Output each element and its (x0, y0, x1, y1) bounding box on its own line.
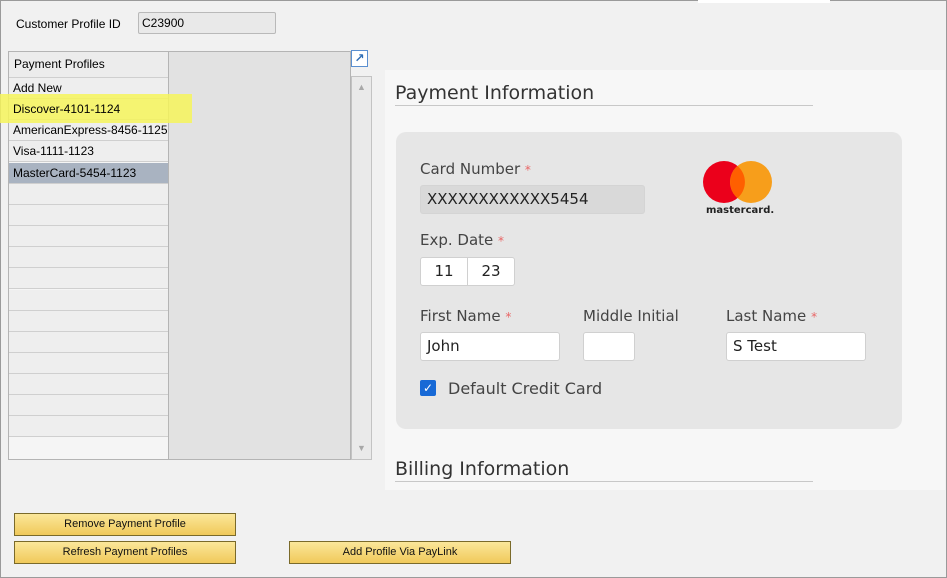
profiles-scrollbar[interactable]: ▲ ▼ (351, 76, 372, 460)
first-name-label-text: First Name (420, 307, 501, 325)
scroll-down-icon[interactable]: ▼ (354, 441, 369, 456)
table-row[interactable] (9, 183, 168, 205)
billing-heading-divider (395, 481, 813, 482)
payment-heading-divider (395, 105, 813, 106)
last-name-field[interactable]: S Test (726, 332, 866, 361)
table-row[interactable] (9, 331, 168, 353)
list-item[interactable]: MasterCard-5454-1123 (13, 163, 136, 183)
list-item[interactable]: AmericanExpress-8456-1125 (13, 120, 168, 140)
exp-date-label: Exp. Date * (420, 231, 504, 249)
expand-arrow-icon[interactable]: ↗ (351, 50, 368, 67)
add-profile-via-paylink-button[interactable]: Add Profile Via PayLink (289, 541, 511, 564)
required-mark: * (811, 310, 818, 324)
last-name-label: Last Name * (726, 307, 817, 325)
first-name-field[interactable]: John (420, 332, 560, 361)
table-row[interactable] (9, 247, 168, 269)
middle-initial-field[interactable] (583, 332, 635, 361)
required-mark: * (498, 234, 505, 248)
card-number-label: Card Number * (420, 160, 531, 178)
exp-date-label-text: Exp. Date (420, 231, 494, 249)
table-row[interactable] (9, 416, 168, 438)
default-credit-card-checkbox[interactable]: ✓ (420, 380, 436, 396)
top-strip (698, 0, 830, 3)
list-item[interactable]: Visa-1111-1123 (13, 141, 94, 161)
first-name-label: First Name * (420, 307, 511, 325)
table-row[interactable] (9, 395, 168, 417)
remove-payment-profile-button[interactable]: Remove Payment Profile (14, 513, 236, 536)
table-row[interactable] (9, 374, 168, 396)
payment-profiles-header[interactable]: Payment Profiles (9, 52, 168, 78)
billing-information-heading: Billing Information (395, 458, 570, 480)
customer-profile-id-field[interactable]: C23900 (138, 12, 276, 34)
table-row[interactable] (9, 289, 168, 311)
scroll-up-icon[interactable]: ▲ (354, 80, 369, 95)
table-row[interactable] (9, 268, 168, 290)
card-number-field[interactable]: XXXXXXXXXXXX5454 (420, 185, 645, 214)
table-row[interactable] (9, 352, 168, 374)
exp-month-field[interactable]: 11 (420, 257, 468, 286)
card-number-label-text: Card Number (420, 160, 521, 178)
required-mark: * (505, 310, 512, 324)
table-row[interactable] (9, 204, 168, 226)
required-mark: * (524, 163, 531, 177)
middle-initial-label: Middle Initial (583, 307, 679, 325)
customer-profile-id-label: Customer Profile ID (16, 17, 121, 31)
list-item[interactable]: Discover-4101-1124 (13, 99, 120, 119)
mastercard-wordmark: mastercard. (706, 205, 775, 216)
default-credit-card-label: Default Credit Card (448, 379, 603, 398)
table-row[interactable] (9, 310, 168, 332)
refresh-payment-profiles-button[interactable]: Refresh Payment Profiles (14, 541, 236, 564)
payment-information-heading: Payment Information (395, 82, 595, 104)
exp-year-field[interactable]: 23 (467, 257, 515, 286)
last-name-label-text: Last Name (726, 307, 807, 325)
table-row[interactable] (9, 226, 168, 248)
list-item[interactable]: Add New (13, 78, 62, 98)
